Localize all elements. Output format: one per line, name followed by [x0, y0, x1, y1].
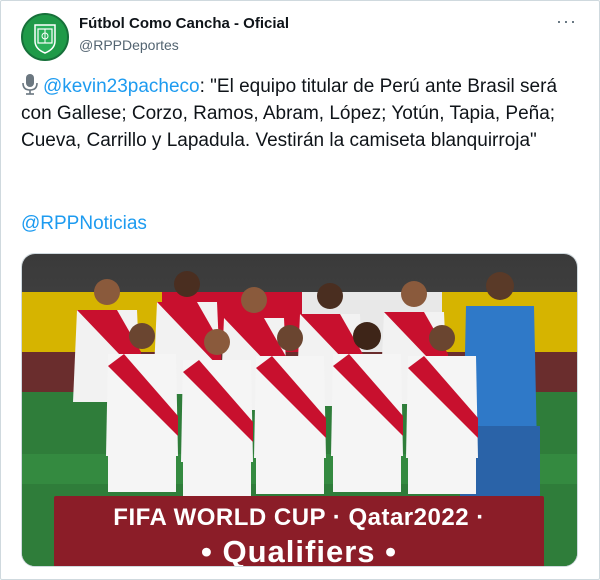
more-icon[interactable]: ··· — [556, 11, 577, 32]
rppnoticias-link[interactable]: @RPPNoticias — [21, 213, 147, 235]
account-avatar[interactable] — [21, 13, 69, 61]
account-handle[interactable]: @RPPDeportes — [79, 37, 179, 53]
tweet-text: @kevin23pacheco: "El equipo titular de P… — [21, 73, 581, 154]
crest-icon — [23, 15, 67, 59]
tweet-card: Fútbol Como Cancha - Oficial @RPPDeporte… — [0, 0, 600, 580]
banner-line-2: • Qualifiers • — [201, 534, 397, 567]
account-name[interactable]: Fútbol Como Cancha - Oficial — [79, 15, 289, 32]
qualifiers-banner: FIFA WORLD CUP · Qatar2022 · • Qualifier… — [54, 496, 544, 566]
mention-link[interactable]: @kevin23pacheco — [43, 76, 200, 97]
banner-line-1: FIFA WORLD CUP · Qatar2022 · — [113, 504, 485, 531]
tweet-photo[interactable]: FIFA WORLD CUP · Qatar2022 · • Qualifier… — [21, 253, 578, 567]
microphone-icon — [22, 74, 38, 95]
